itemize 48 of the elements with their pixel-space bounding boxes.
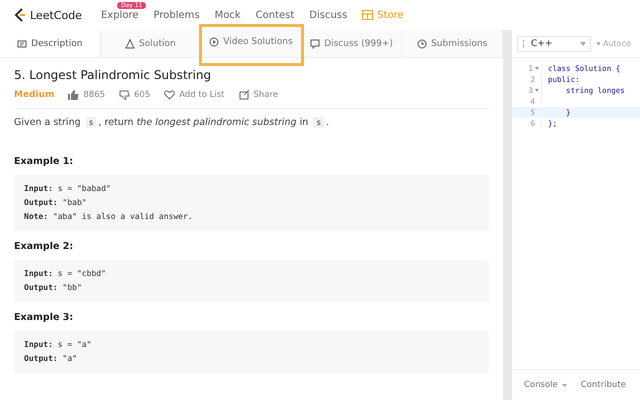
nav-link[interactable]: Explore <box>100 10 138 20</box>
example-heading: Example 2: <box>14 241 74 252</box>
logo-icon <box>14 8 26 22</box>
add-to-list-button[interactable]: Add to List <box>164 90 225 100</box>
example-line: Output: "a" <box>24 353 78 365</box>
problem-statement: Given a string s , return the longest palindromic substring in s . <box>14 117 330 128</box>
footer-button[interactable]: Console <box>524 380 567 390</box>
play-icon <box>209 37 220 47</box>
share-icon <box>238 90 250 100</box>
example-line: Note: "aba" is also a valid answer. <box>24 211 194 223</box>
heart-icon <box>164 90 176 100</box>
fold-caret-icon[interactable] <box>535 89 539 92</box>
caret-icon <box>562 384 567 386</box>
nav-link[interactable]: Problems <box>153 10 200 20</box>
example-line: Input: s = "babad" <box>24 183 112 195</box>
problem-title: 5. Longest Palindromic Substring <box>14 68 212 82</box>
tab[interactable]: Solution <box>100 30 202 57</box>
language-dropdown[interactable]: C++ <box>517 36 591 52</box>
tab[interactable]: Video Solutions <box>201 26 302 64</box>
difficulty-label: Medium <box>14 90 54 100</box>
fold-caret-icon[interactable] <box>535 67 539 70</box>
info-icon <box>522 40 525 48</box>
tab[interactable]: Description <box>0 30 101 57</box>
example-heading: Example 1: <box>14 156 74 167</box>
store-icon <box>362 10 374 20</box>
tab[interactable]: Discuss (999+) <box>302 30 402 57</box>
dislike-button[interactable]: 605 <box>119 90 150 100</box>
document-icon <box>17 38 28 48</box>
logo-text: LeetCode <box>30 8 82 22</box>
like-button[interactable]: 8865 <box>68 90 106 100</box>
example-line: Output: "bab" <box>24 197 88 209</box>
caret-icon <box>580 42 586 46</box>
example-line: Input: s = "cbbd" <box>24 268 107 280</box>
clock-icon <box>417 38 428 48</box>
example-heading: Example 3: <box>14 312 74 323</box>
autocomplete-toggle[interactable]: Autoco <box>597 39 631 48</box>
example-line: Input: s = "a" <box>24 339 92 351</box>
thumbs-up-icon <box>68 90 80 100</box>
nav-link[interactable]: Discuss <box>309 10 348 20</box>
thumbs-down-icon <box>119 90 130 100</box>
flask-icon <box>125 38 136 48</box>
share-button[interactable]: Share <box>238 90 278 100</box>
chat-icon <box>310 38 320 48</box>
nav-link[interactable]: Contest <box>256 10 294 20</box>
logo[interactable]: LeetCode <box>14 8 82 22</box>
nav-link[interactable]: Mock <box>214 10 241 20</box>
example-line: Output: "bb" <box>24 282 83 294</box>
footer-button[interactable]: Contribute <box>580 380 626 390</box>
